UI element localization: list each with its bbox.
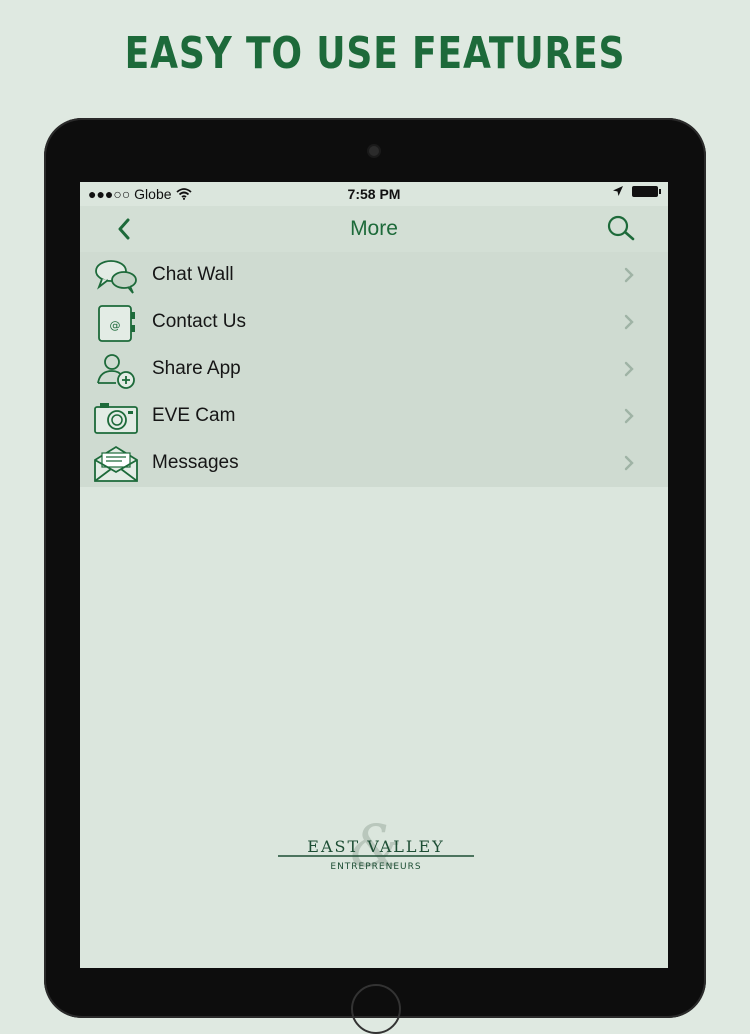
chevron-right-icon [624, 361, 634, 377]
search-icon[interactable] [604, 214, 638, 244]
more-menu: Chat Wall @ Contact Us Share App EVE Cam… [80, 252, 668, 487]
menu-item-label: Chat Wall [152, 264, 234, 285]
nav-bar: More [80, 206, 668, 252]
menu-item-label: EVE Cam [152, 405, 236, 426]
address-book-icon: @ [98, 305, 135, 342]
tablet-frame: ●●●○○ Globe 7:58 PM More Chat Wall @ Con… [44, 118, 706, 1034]
chat-bubbles-icon [95, 260, 137, 294]
status-indicators [612, 185, 661, 197]
menu-item-share-app[interactable]: Share App [80, 346, 668, 393]
menu-item-label: Messages [152, 452, 239, 473]
headline: EASY TO USE FEATURES [124, 28, 626, 79]
chevron-right-icon [624, 267, 634, 283]
app-screen: ●●●○○ Globe 7:58 PM More Chat Wall @ Con… [80, 182, 668, 968]
location-arrow-icon [613, 186, 623, 196]
front-camera [369, 146, 379, 156]
chevron-right-icon [624, 408, 634, 424]
menu-item-chat-wall[interactable]: Chat Wall [80, 252, 668, 299]
logo-name: EAST VALLEY [307, 837, 444, 856]
menu-item-label: Share App [152, 358, 241, 379]
svg-text:@: @ [110, 319, 121, 332]
camera-icon [94, 403, 138, 434]
status-bar: ●●●○○ Globe 7:58 PM [80, 182, 668, 206]
chevron-right-icon [624, 455, 634, 471]
menu-item-eve-cam[interactable]: EVE Cam [80, 393, 668, 440]
menu-item-contact-us[interactable]: @ Contact Us [80, 299, 668, 346]
status-time: 7:58 PM [347, 186, 401, 202]
east-valley-logo: & EAST VALLEY ENTREPRENEURS [278, 822, 474, 880]
chevron-right-icon [624, 314, 634, 330]
envelope-icon [94, 445, 138, 482]
menu-item-messages[interactable]: Messages [80, 440, 668, 487]
add-user-icon [97, 354, 135, 389]
home-button[interactable] [351, 984, 401, 1034]
menu-item-label: Contact Us [152, 311, 246, 332]
logo-tagline: ENTREPRENEURS [330, 862, 421, 872]
page-title: More [350, 217, 398, 240]
battery-icon [632, 185, 661, 197]
